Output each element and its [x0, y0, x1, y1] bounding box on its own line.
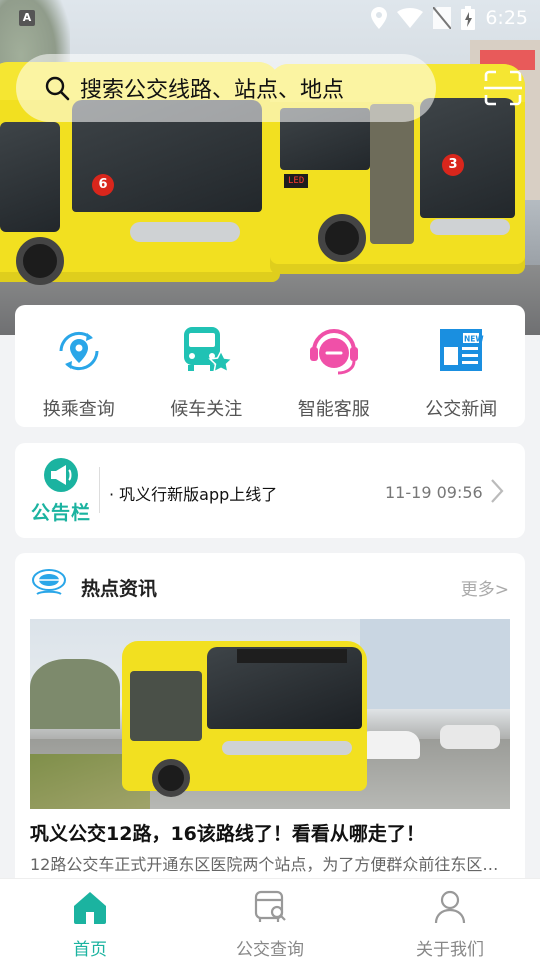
tab-label: 关于我们	[416, 940, 484, 960]
tab-home[interactable]: 首页	[0, 879, 180, 960]
tab-about-us[interactable]: 关于我们	[360, 879, 540, 960]
megaphone-icon	[44, 458, 78, 492]
no-sim-icon	[433, 7, 452, 29]
headset-icon	[309, 329, 358, 375]
notice-time: 11-19 09:56	[385, 483, 483, 502]
home-icon	[74, 892, 106, 924]
notice-board[interactable]: 公告栏 · 巩义行新版app上线了 11-19 09:56	[15, 443, 525, 538]
news-summary: 12路公交车正式开通东区医院两个站点，为了方便群众前往东区医院就医	[30, 855, 510, 874]
newspaper-icon: NEW	[440, 329, 485, 371]
notification-a-icon: A	[19, 10, 35, 26]
feature-label: 候车关注	[170, 399, 243, 420]
bus-search-icon	[254, 890, 286, 922]
scan-icon[interactable]	[484, 70, 522, 106]
status-bar: A 6:25	[0, 0, 540, 36]
user-icon	[434, 890, 466, 924]
hero-route-left: 6	[92, 174, 114, 196]
hero-banner[interactable]: 6 LED 3	[0, 0, 540, 335]
feature-waiting-watch[interactable]: 候车关注	[151, 323, 261, 427]
feature-transfer-query[interactable]: 换乘查询	[24, 323, 134, 427]
feature-smart-service[interactable]: 智能客服	[279, 323, 389, 427]
feature-label: 换乘查询	[42, 399, 115, 420]
wifi-icon	[397, 8, 424, 28]
news-headline[interactable]: 巩义公交12路，16该路线了！看看从哪走了！	[30, 819, 425, 846]
hero-route-right: 3	[442, 154, 464, 176]
notice-divider	[99, 467, 100, 513]
battery-charging-icon	[461, 6, 476, 30]
news-photo[interactable]	[30, 619, 510, 809]
tab-label: 公交查询	[236, 940, 304, 960]
hot-news-title: 热点资讯	[81, 578, 158, 600]
search-placeholder: 搜索公交线路、站点、地点	[80, 78, 345, 103]
bus-company-logo-icon	[32, 569, 66, 595]
search-icon	[45, 76, 70, 101]
feature-label: 智能客服	[297, 399, 370, 420]
bottom-nav: 首页 公交查询 关于我们	[0, 878, 540, 960]
location-icon	[371, 7, 388, 29]
hot-news-card: 热点资讯 更多> 巩义公交12路，16该路线了！看看从哪走了！ 12路公交车正式…	[15, 553, 525, 893]
chevron-right-icon[interactable]	[489, 477, 505, 505]
search-bar[interactable]: 搜索公交线路、站点、地点	[16, 54, 436, 122]
feature-label: 公交新闻	[425, 399, 498, 420]
tab-bus-query[interactable]: 公交查询	[180, 879, 360, 960]
status-time: 6:25	[485, 7, 528, 29]
feature-bus-news[interactable]: NEW 公交新闻	[406, 323, 516, 427]
more-link[interactable]: 更多>	[461, 575, 509, 600]
feature-card: 换乘查询 候车关注 智能客服 NEW 公交新闻	[15, 305, 525, 427]
svg-text:NEW: NEW	[464, 335, 484, 344]
transfer-location-icon	[59, 331, 99, 371]
tab-label: 首页	[73, 940, 107, 960]
notice-board-label: 公告栏	[31, 502, 92, 524]
bus-star-icon	[184, 327, 234, 374]
notice-message[interactable]: · 巩义行新版app上线了	[109, 481, 277, 505]
